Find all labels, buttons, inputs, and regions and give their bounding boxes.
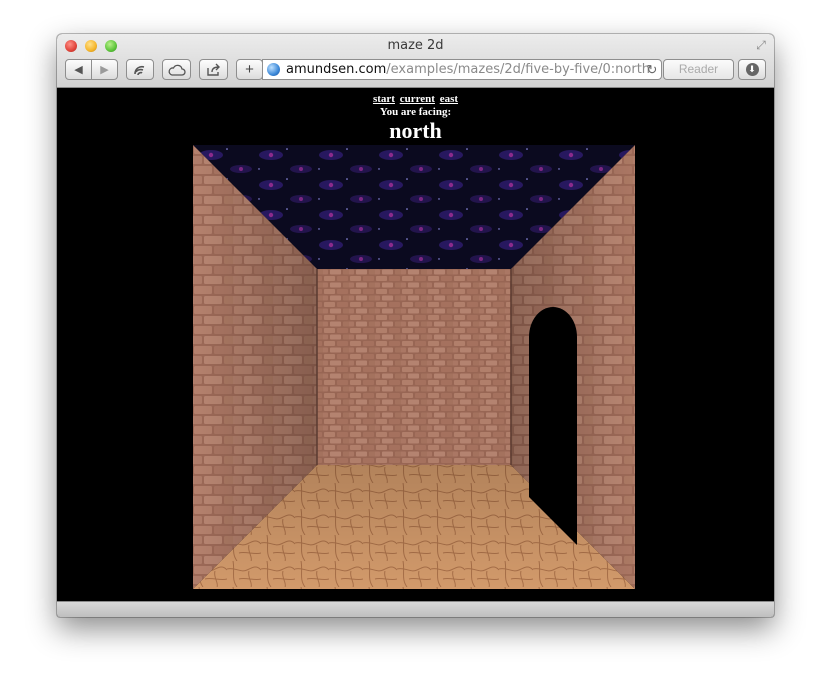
maze-nav-links: start current east	[57, 93, 774, 105]
forward-button[interactable]: ▶	[91, 59, 118, 80]
start-link[interactable]: start	[373, 93, 395, 105]
current-link[interactable]: current	[400, 93, 435, 105]
reload-icon[interactable]: ↻	[644, 60, 660, 79]
status-bar	[57, 601, 774, 617]
east-link[interactable]: east	[440, 93, 458, 105]
icloud-tabs-button[interactable]	[162, 59, 191, 80]
page-content: start current east You are facing: north	[57, 88, 774, 601]
browser-window: maze 2d ⤢ ◀ ▶ + amundsen.com /examples/m…	[57, 34, 774, 617]
share-button[interactable]	[199, 59, 228, 80]
maze-view	[193, 145, 635, 589]
add-bookmark-button[interactable]: +	[236, 59, 263, 80]
url-host: amundsen.com	[286, 62, 387, 77]
top-sites-button[interactable]	[126, 59, 154, 80]
plus-icon: +	[245, 61, 254, 78]
top-sites-icon	[134, 65, 145, 75]
address-bar[interactable]: amundsen.com/examples/mazes/2d/five-by-f…	[262, 59, 662, 80]
reader-button[interactable]: Reader	[663, 59, 734, 80]
browser-toolbar: maze 2d ⤢ ◀ ▶ + amundsen.com /examples/m…	[57, 34, 774, 88]
back-arrow-icon: ◀	[74, 64, 83, 76]
cloud-icon	[168, 64, 186, 76]
fullscreen-icon[interactable]: ⤢	[754, 38, 768, 52]
window-title: maze 2d	[387, 38, 444, 53]
share-icon	[206, 63, 220, 76]
facing-label: You are facing:	[379, 106, 452, 118]
forward-arrow-icon: ▶	[100, 64, 109, 76]
facing-direction: north	[389, 118, 442, 143]
url-path: /examples/mazes/2d/five-by-five/0:north	[386, 62, 651, 77]
back-button[interactable]: ◀	[65, 59, 92, 80]
download-icon: ⬇	[745, 63, 759, 76]
downloads-button[interactable]: ⬇	[738, 59, 766, 80]
globe-icon	[267, 63, 280, 76]
